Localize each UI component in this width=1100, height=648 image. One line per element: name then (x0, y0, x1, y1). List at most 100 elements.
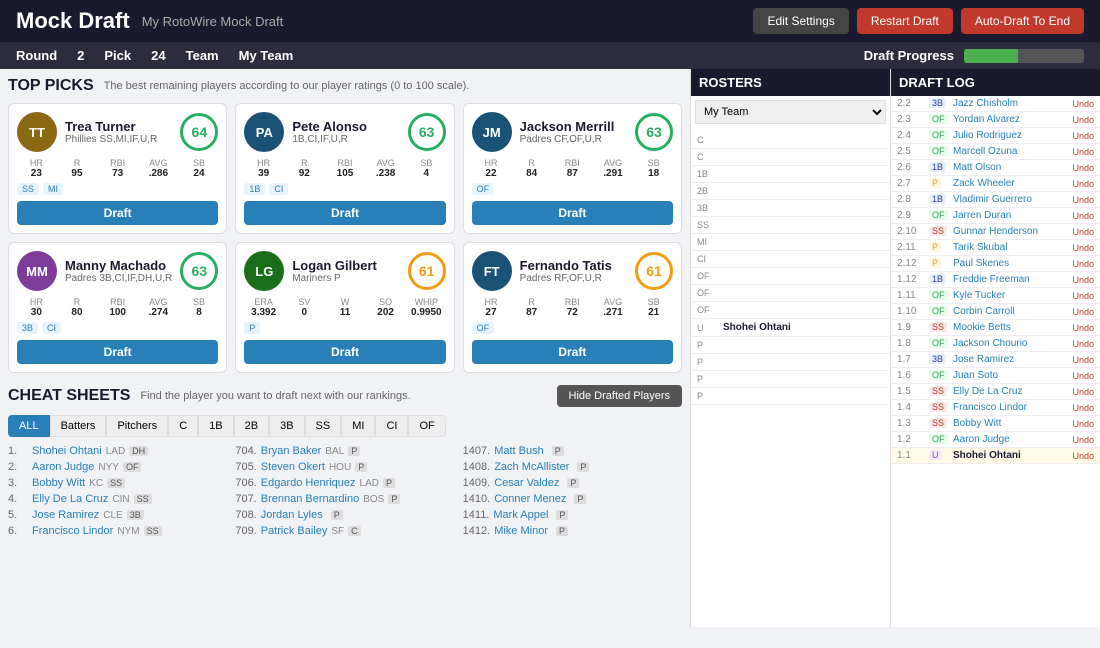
undo-pick-button[interactable]: Undo (1072, 211, 1094, 221)
position-tab-1b[interactable]: 1B (198, 415, 233, 437)
player-name-link[interactable]: Bryan Baker (261, 445, 322, 457)
player-name-link[interactable]: Zach McAllister (494, 461, 569, 473)
log-player-name[interactable]: Yordan Alvarez (953, 114, 1068, 125)
player-name-link[interactable]: Shohei Ohtani (32, 445, 102, 457)
roster-position: C (697, 135, 719, 145)
undo-pick-button[interactable]: Undo (1072, 403, 1094, 413)
draft-log-item: 2.5 OF Marcell Ozuna Undo (891, 144, 1100, 160)
undo-pick-button[interactable]: Undo (1072, 435, 1094, 445)
player-name-link[interactable]: Conner Menez (494, 493, 566, 505)
log-player-name[interactable]: Marcell Ozuna (953, 146, 1068, 157)
position-tab-3b[interactable]: 3B (269, 415, 304, 437)
player-position: 1B,CI,IF,U,R (292, 134, 399, 145)
log-player-name[interactable]: Tarik Skubal (953, 242, 1068, 253)
player-name-link[interactable]: Jose Ramirez (32, 509, 99, 521)
team-value: My Team (239, 48, 294, 63)
player-name-link[interactable]: Cesar Valdez (494, 477, 559, 489)
draft-player-button[interactable]: Draft (17, 201, 218, 225)
pick-card-4: LG Logan Gilbert Mariners P 61 ERA3.392S… (235, 242, 454, 373)
player-pos-badge: P (331, 510, 343, 520)
draft-player-button[interactable]: Draft (472, 201, 673, 225)
position-tab-mi[interactable]: MI (341, 415, 375, 437)
undo-pick-button[interactable]: Undo (1072, 323, 1094, 333)
undo-pick-button[interactable]: Undo (1072, 115, 1094, 125)
undo-pick-button[interactable]: Undo (1072, 419, 1094, 429)
log-player-name[interactable]: Vladimir Guerrero (953, 194, 1068, 205)
log-player-name[interactable]: Shohei Ohtani (953, 450, 1068, 461)
cheat-item: 705. Steven Okert HOU P (235, 459, 454, 475)
draft-player-button[interactable]: Draft (244, 340, 445, 364)
draft-player-button[interactable]: Draft (244, 201, 445, 225)
undo-pick-button[interactable]: Undo (1072, 275, 1094, 285)
undo-pick-button[interactable]: Undo (1072, 131, 1094, 141)
stat-value: 105 (326, 168, 365, 179)
undo-pick-button[interactable]: Undo (1072, 371, 1094, 381)
position-tab-ss[interactable]: SS (305, 415, 342, 437)
undo-pick-button[interactable]: Undo (1072, 243, 1094, 253)
position-tab-pitchers[interactable]: Pitchers (106, 415, 168, 437)
player-name-link[interactable]: Bobby Witt (32, 477, 85, 489)
undo-pick-button[interactable]: Undo (1072, 195, 1094, 205)
player-name-link[interactable]: Matt Bush (494, 445, 544, 457)
undo-pick-button[interactable]: Undo (1072, 227, 1094, 237)
log-player-name[interactable]: Freddie Freeman (953, 274, 1068, 285)
log-player-name[interactable]: Jose Ramirez (953, 354, 1068, 365)
player-name-link[interactable]: Steven Okert (261, 461, 325, 473)
player-name-link[interactable]: Edgardo Henriquez (261, 477, 356, 489)
player-name-link[interactable]: Brennan Bernardino (261, 493, 359, 505)
undo-pick-button[interactable]: Undo (1072, 339, 1094, 349)
log-player-name[interactable]: Bobby Witt (953, 418, 1068, 429)
undo-pick-button[interactable]: Undo (1072, 147, 1094, 157)
player-name-link[interactable]: Mike Minor (494, 525, 548, 537)
position-tab-batters[interactable]: Batters (50, 415, 107, 437)
log-player-name[interactable]: Jackson Chourio (953, 338, 1068, 349)
stat-col: ERA3.392 (244, 297, 283, 318)
undo-pick-button[interactable]: Undo (1072, 163, 1094, 173)
player-name-link[interactable]: Francisco Lindor (32, 525, 113, 537)
undo-pick-button[interactable]: Undo (1072, 387, 1094, 397)
draft-player-button[interactable]: Draft (472, 340, 673, 364)
roster-team-dropdown[interactable]: My Team (695, 100, 886, 124)
undo-pick-button[interactable]: Undo (1072, 291, 1094, 301)
undo-pick-button[interactable]: Undo (1072, 451, 1094, 461)
log-player-name[interactable]: Kyle Tucker (953, 290, 1068, 301)
stat-label: RBI (553, 158, 592, 168)
position-tab-2b[interactable]: 2B (234, 415, 269, 437)
log-player-name[interactable]: Francisco Lindor (953, 402, 1068, 413)
log-player-name[interactable]: Paul Skenes (953, 258, 1068, 269)
position-tab-of[interactable]: OF (408, 415, 445, 437)
player-name-link[interactable]: Aaron Judge (32, 461, 94, 473)
log-player-name[interactable]: Zack Wheeler (953, 178, 1068, 189)
log-player-name[interactable]: Jarren Duran (953, 210, 1068, 221)
undo-pick-button[interactable]: Undo (1072, 179, 1094, 189)
undo-pick-button[interactable]: Undo (1072, 259, 1094, 269)
log-player-name[interactable]: Julio Rodriguez (953, 130, 1068, 141)
position-tab-c[interactable]: C (168, 415, 198, 437)
roster-player-name[interactable]: Shohei Ohtani (723, 322, 791, 333)
log-player-name[interactable]: Mookie Betts (953, 322, 1068, 333)
undo-pick-button[interactable]: Undo (1072, 307, 1094, 317)
stat-value: 87 (553, 168, 592, 179)
log-player-name[interactable]: Aaron Judge (953, 434, 1068, 445)
log-player-name[interactable]: Juan Soto (953, 370, 1068, 381)
log-round: 2.4 (897, 130, 925, 141)
log-player-name[interactable]: Gunnar Henderson (953, 226, 1068, 237)
undo-pick-button[interactable]: Undo (1072, 355, 1094, 365)
restart-draft-button[interactable]: Restart Draft (857, 8, 953, 34)
cheat-item: 709. Patrick Bailey SF C (235, 523, 454, 539)
draft-player-button[interactable]: Draft (17, 340, 218, 364)
player-name-link[interactable]: Jordan Lyles (261, 509, 323, 521)
player-name-link[interactable]: Elly De La Cruz (32, 493, 108, 505)
position-tab-all[interactable]: ALL (8, 415, 50, 437)
position-tab-ci[interactable]: CI (375, 415, 408, 437)
log-player-name[interactable]: Corbin Carroll (953, 306, 1068, 317)
player-name-link[interactable]: Patrick Bailey (261, 525, 328, 537)
log-player-name[interactable]: Elly De La Cruz (953, 386, 1068, 397)
edit-settings-button[interactable]: Edit Settings (753, 8, 848, 34)
auto-draft-button[interactable]: Auto-Draft To End (961, 8, 1084, 34)
log-player-name[interactable]: Jazz Chisholm (953, 98, 1068, 109)
log-player-name[interactable]: Matt Olson (953, 162, 1068, 173)
undo-pick-button[interactable]: Undo (1072, 99, 1094, 109)
hide-drafted-button[interactable]: Hide Drafted Players (557, 385, 683, 407)
player-name-link[interactable]: Mark Appel (493, 509, 548, 521)
